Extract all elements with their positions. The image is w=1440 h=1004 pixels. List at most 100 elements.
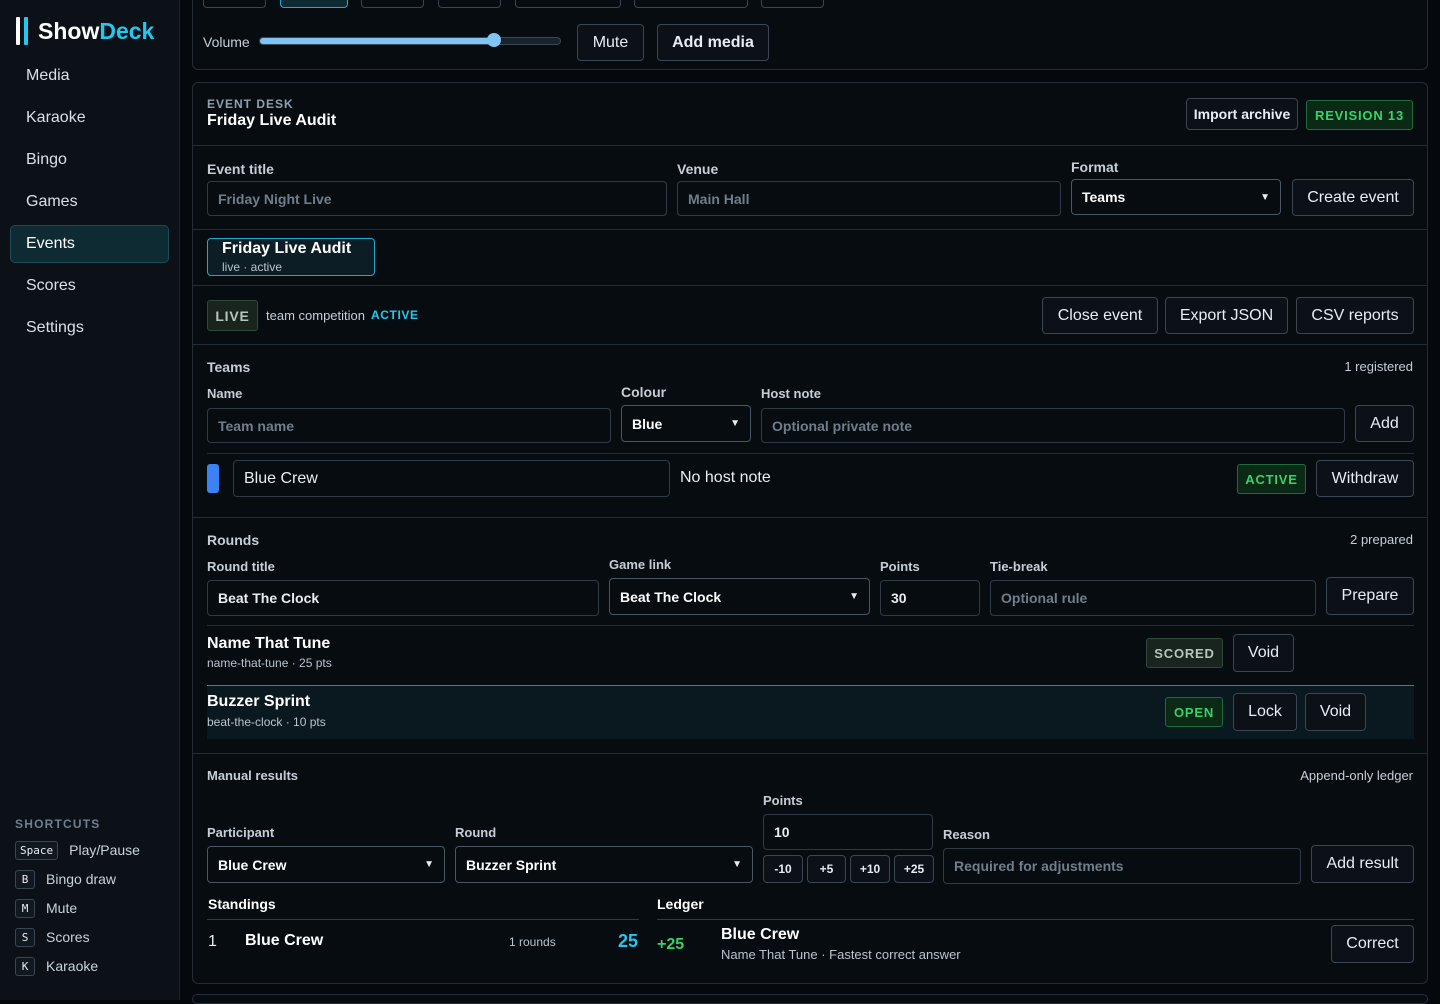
shortcut-label: Karaoke [46,958,99,974]
round-row-active: Buzzer Sprint beat-the-clock · 10 pts OP… [207,685,1414,739]
round-status-badge: OPEN [1165,697,1223,727]
points-minus-10-button[interactable]: -10 [763,855,803,883]
colour-select-value: Blue [632,415,663,432]
shortcut-label: Scores [46,929,90,945]
standings-score: 25 [618,931,639,951]
shortcut-key: K [15,956,35,976]
reason-input[interactable]: Required for adjustments [943,848,1301,884]
export-json-button[interactable]: Export JSON [1165,297,1288,334]
round-meta: name-that-tune · 25 pts [207,656,332,670]
shortcut-label: Mute [46,900,78,916]
team-name-input[interactable]: Team name [207,408,611,443]
tie-break-input[interactable]: Optional rule [990,580,1316,616]
nav-item-events[interactable]: Events [10,225,169,263]
shortcut-key: M [15,898,35,918]
volume-slider-thumb[interactable] [487,33,501,47]
divider [193,145,1427,146]
nav-item-media[interactable]: Media [10,57,169,95]
game-link-select[interactable]: Beat The Clock ▼ [609,578,870,615]
event-title-input[interactable]: Friday Night Live [207,181,667,216]
csv-reports-button[interactable]: CSV reports [1296,297,1414,334]
teams-heading: Teams [207,359,251,375]
team-name-field[interactable]: Blue Crew [233,460,670,497]
round-status-badge: SCORED [1146,638,1223,668]
event-tab-friday-live-audit[interactable]: Friday Live Audit live · active [207,238,375,276]
manual-points-label: Points [763,793,803,808]
media-tab[interactable] [761,0,824,8]
nav-item-settings[interactable]: Settings [10,309,169,347]
round-row: Name That Tune name-that-tune · 25 pts S… [207,626,1414,684]
participant-select[interactable]: Blue Crew ▼ [207,846,445,883]
add-result-button[interactable]: Add result [1311,845,1414,883]
points-plus-5-button[interactable]: +5 [807,855,846,883]
format-select[interactable]: Teams ▼ [1071,179,1281,215]
add-team-button[interactable]: Add [1355,405,1414,442]
round-title-input[interactable]: Beat The Clock [207,580,599,616]
ledger-heading: Ledger [657,896,704,912]
create-event-button[interactable]: Create event [1292,179,1414,216]
void-round-button[interactable]: Void [1305,693,1366,731]
media-tab[interactable] [515,0,621,8]
correct-ledger-button[interactable]: Correct [1331,925,1414,963]
divider [193,517,1427,518]
rounds-count: 2 prepared [1350,532,1413,547]
app-logo[interactable]: Show Deck [16,16,154,46]
standings-rounds: 1 rounds [509,935,556,949]
mute-button[interactable]: Mute [577,24,644,61]
event-state-text: ACTIVE [371,308,419,322]
chevron-down-icon: ▼ [1260,191,1270,203]
standings-heading: Standings [208,896,276,912]
media-tab[interactable] [361,0,424,8]
ledger-row: +25 Blue Crew Name That Tune · Fastest c… [657,923,1414,967]
participant-select-value: Blue Crew [218,856,287,873]
participant-label: Participant [207,825,275,840]
divider [193,229,1427,230]
points-plus-25-button[interactable]: +25 [894,855,934,883]
media-tab[interactable] [438,0,501,8]
lock-round-button[interactable]: Lock [1233,693,1297,731]
rounds-heading: Rounds [207,532,260,548]
divider [207,919,639,920]
manual-points-input[interactable]: 10 [763,814,933,850]
divider [193,285,1427,286]
points-plus-10-button[interactable]: +10 [850,855,890,883]
shortcuts-title: SHORTCUTS [15,817,101,831]
void-round-button[interactable]: Void [1233,634,1294,672]
add-media-button[interactable]: Add media [657,24,769,61]
game-link-select-value: Beat The Clock [620,588,722,605]
divider [657,919,1414,920]
shortcut-row: Space Play/Pause [15,840,175,860]
round-points-input[interactable]: 30 [880,580,980,616]
ledger-note: Append-only ledger [1300,768,1413,783]
app-name-part-2: Deck [99,17,155,44]
page-title: Friday Live Audit [207,112,337,129]
host-note-input[interactable]: Optional private note [761,408,1345,443]
team-host-note: No host note [680,469,771,486]
withdraw-team-button[interactable]: Withdraw [1316,460,1414,497]
team-row: Blue Crew No host note ACTIVE Withdraw [207,460,1414,498]
colour-select[interactable]: Blue ▼ [621,405,751,442]
panel-eyebrow: EVENT DESK [207,97,294,111]
close-event-button[interactable]: Close event [1042,297,1158,334]
shortcut-key: S [15,927,35,947]
shortcut-key: B [15,869,35,889]
round-title-label: Round title [207,559,275,574]
media-tab[interactable] [203,0,266,8]
player-panel: Volume Mute Add media [192,0,1428,70]
shortcut-label: Bingo draw [46,871,117,887]
prepare-round-button[interactable]: Prepare [1326,577,1414,615]
divider [193,753,1427,754]
manual-round-select[interactable]: Buzzer Sprint ▼ [455,846,753,883]
media-tab[interactable] [634,0,748,8]
nav-item-bingo[interactable]: Bingo [10,141,169,179]
import-archive-button[interactable]: Import archive [1186,98,1298,130]
standings-row: 1 Blue Crew 1 rounds 25 [207,923,639,959]
media-tab-active[interactable] [280,0,348,8]
nav-item-karaoke[interactable]: Karaoke [10,99,169,137]
volume-slider-fill [260,38,494,44]
nav-item-scores[interactable]: Scores [10,267,169,305]
nav-item-games[interactable]: Games [10,183,169,221]
chevron-down-icon: ▼ [424,859,434,870]
venue-input[interactable]: Main Hall [677,181,1061,216]
volume-slider[interactable] [259,33,561,47]
